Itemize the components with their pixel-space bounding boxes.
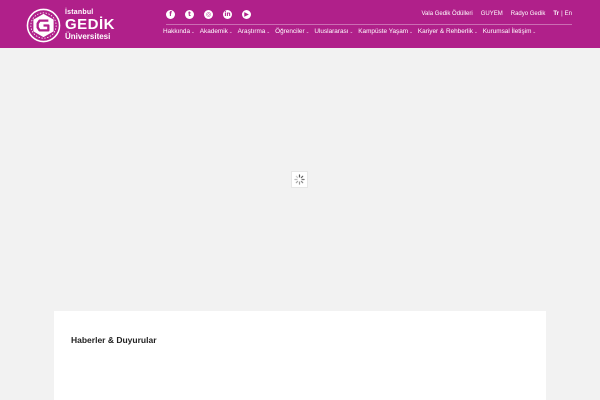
nav-item-hakkinda[interactable]: Hakkında ⌄ <box>163 28 195 35</box>
language-switcher: Tr | En <box>553 11 572 17</box>
nav-label: Kampüste Yaşam <box>358 28 409 35</box>
nav-item-kariyer[interactable]: Kariyer & Rehberlik ⌄ <box>418 28 478 35</box>
facebook-icon[interactable]: f <box>166 10 175 19</box>
nav-label: Öğrenciler <box>275 28 305 35</box>
lang-tr-link[interactable]: Tr <box>553 11 559 17</box>
spinner-icon <box>294 174 305 185</box>
university-logo[interactable]: İstanbul GEDİK Üniversitesi <box>26 6 126 44</box>
news-panel: Haberler & Duyurular <box>54 311 546 400</box>
nav-label: Kurumsal İletişim <box>482 28 532 35</box>
instagram-icon[interactable]: ◎ <box>204 10 213 19</box>
nav-label: Kariyer & Rehberlik <box>417 28 473 35</box>
logo-bottom-text: Üniversitesi <box>65 32 111 41</box>
social-links: f t ◎ in ▶ <box>166 10 251 19</box>
logo-main-text: GEDİK <box>65 16 116 33</box>
guyem-link[interactable]: GUYEM <box>481 11 503 17</box>
twitter-icon[interactable]: t <box>185 10 194 19</box>
gedik-emblem-icon <box>26 8 61 42</box>
chevron-down-icon: ⌄ <box>228 28 233 34</box>
chevron-down-icon: ⌄ <box>473 28 478 34</box>
nav-item-akademik[interactable]: Akademik ⌄ <box>200 28 233 35</box>
linkedin-icon[interactable]: in <box>223 10 232 19</box>
utility-links: Vala Gedik Ödülleri GUYEM Radyo Gedik Tr… <box>421 11 572 17</box>
main-navigation: Hakkında ⌄ Akademik ⌄ Araştırma ⌄ Öğrencile… <box>163 28 536 35</box>
nav-label: Hakkında <box>163 28 190 35</box>
nav-item-uluslararasi[interactable]: Uluslararası ⌄ <box>314 28 353 35</box>
chevron-down-icon: ⌄ <box>409 28 413 34</box>
chevron-down-icon: ⌄ <box>266 28 271 34</box>
logo-top-text: İstanbul <box>65 9 94 16</box>
vala-gedik-link[interactable]: Vala Gedik Ödülleri <box>421 11 472 17</box>
nav-label: Araştırma <box>237 28 266 35</box>
nav-item-kurumsal-iletisim[interactable]: Kurumsal İletişim ⌄ <box>483 28 536 35</box>
nav-item-kampuste-yasam[interactable]: Kampüste Yaşam ⌄ <box>358 28 413 35</box>
nav-item-arastirma[interactable]: Araştırma ⌄ <box>238 28 270 35</box>
lang-separator: | <box>561 11 563 17</box>
lang-en-link[interactable]: En <box>565 11 572 17</box>
nav-label: Akademik <box>199 28 228 35</box>
chevron-down-icon: ⌄ <box>532 28 537 34</box>
radyo-gedik-link[interactable]: Radyo Gedik <box>511 11 546 17</box>
youtube-icon[interactable]: ▶ <box>242 10 251 19</box>
header-divider <box>166 24 572 25</box>
site-header: İstanbul GEDİK Üniversitesi f t ◎ in ▶ V… <box>0 0 600 48</box>
chevron-down-icon: ⌄ <box>305 28 310 34</box>
news-section-title: Haberler & Duyurular <box>71 335 157 345</box>
chevron-down-icon: ⌄ <box>349 28 354 34</box>
chevron-down-icon: ⌄ <box>191 28 195 34</box>
nav-label: Uluslararası <box>314 28 349 35</box>
loading-spinner <box>291 171 308 188</box>
nav-item-ogrenciler[interactable]: Öğrenciler ⌄ <box>275 28 309 35</box>
